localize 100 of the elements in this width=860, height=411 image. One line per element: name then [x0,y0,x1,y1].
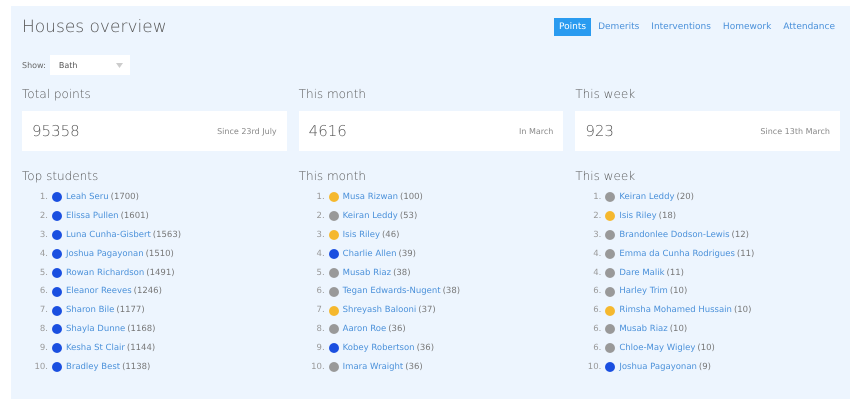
student-link[interactable]: Rowan Richardson [66,266,144,280]
rank-number: 1. [38,191,48,204]
stat-value: 95358 [32,122,80,140]
rank-number: 7. [38,304,48,318]
rank-number: 2. [592,210,602,223]
student-link[interactable]: Aaron Roe [342,322,386,337]
student-link[interactable]: Keiran Leddy [619,190,674,204]
rank-number: 2. [316,210,325,223]
page-title: Houses overview [22,17,167,37]
student-link[interactable]: Isis Riley [619,208,657,224]
student-link[interactable]: Leah Seru [66,190,109,204]
rank-number: 5. [316,266,325,280]
student-link[interactable]: Chloe-May Wigley [619,341,696,356]
stat-note: In March [518,126,554,136]
student-link[interactable]: Elissa Pullen [66,208,119,224]
student-link[interactable]: Dare Malik [619,266,665,280]
score: (46) [382,228,400,242]
score: (39) [398,248,416,261]
score: (1510) [146,248,174,261]
rank-number: 6. [316,285,325,298]
score: (9) [698,361,711,374]
score: (38) [442,285,460,298]
tab[interactable]: Attendance [778,18,840,36]
student-link[interactable]: Musab Riaz [342,266,392,280]
student-link[interactable]: Musab Riaz [619,322,668,337]
rank-number: 6. [592,304,602,318]
rank-number: 3. [38,228,48,242]
student-link[interactable]: Imara Wraight [342,360,404,375]
score: (1138) [122,361,150,374]
section-heading: Total points [22,87,92,101]
rank-number: 8. [38,323,48,336]
score: (53) [400,210,418,223]
score: (37) [418,304,436,318]
rank-number: 4. [592,248,602,261]
rank-number: 8. [316,323,325,336]
rank-number: 2. [38,210,48,223]
student-link[interactable]: Charlie Allen [342,246,396,262]
student-link[interactable]: Kobey Robertson [342,341,415,356]
rank-number: 1. [592,191,602,204]
student-link[interactable]: Joshua Pagayonan [66,246,144,262]
score: (36) [416,342,434,356]
student-link[interactable]: Eleanor Reeves [66,284,132,299]
rank-number: 3. [592,228,602,242]
score: (10) [697,342,715,356]
stat-value: 923 [585,122,614,140]
rank-number: 6. [592,323,602,336]
student-link[interactable]: Keiran Leddy [342,208,398,224]
student-link[interactable]: Shayla Dunne [66,322,126,337]
student-link[interactable]: Musa Rizwan [342,190,398,204]
score: (36) [405,361,423,374]
rank-number: 4. [316,248,325,261]
score: (10) [670,323,688,336]
filter-label: Show: [22,60,46,70]
tab[interactable]: Demerits [593,18,644,36]
score: (36) [388,323,406,336]
score: (12) [732,228,749,242]
rank-number: 6. [38,285,48,298]
score: (10) [734,304,752,318]
rank-number: 9. [38,342,48,356]
tab[interactable]: Homework [718,18,776,36]
score: (20) [676,191,694,204]
score: (38) [393,266,411,280]
rank-number: 6. [592,285,602,298]
section-heading: This week [575,87,636,101]
student-link[interactable]: Brandonlee Dodson-Lewis [619,228,730,242]
rank-number: 7. [316,304,325,318]
stat-note: Since 13th March [760,126,830,136]
student-link[interactable]: Tegan Edwards-Nugent [342,284,441,299]
student-link[interactable]: Emma da Cunha Rodrigues [619,246,735,262]
student-link[interactable]: Luna Cunha-Gisbert [66,228,151,242]
student-link[interactable]: Shreyash Balooni [342,303,416,318]
student-link[interactable]: Sharon Bile [66,303,114,318]
rank-number: 1. [316,191,325,204]
student-link[interactable]: Harley Trim [619,284,668,299]
rank-number: 4. [38,248,48,261]
score: (1168) [127,323,156,336]
student-link[interactable]: Isis Riley [342,228,380,242]
score: (10) [670,285,688,298]
rank-number: 10. [310,361,325,374]
score: (100) [400,191,423,204]
stat-value: 4616 [308,122,347,140]
tab[interactable]: Points [554,18,592,36]
student-link[interactable]: Joshua Pagayonan [619,360,697,375]
stat-note: Since 23rd July [217,126,277,136]
student-link[interactable]: Bradley Best [66,360,120,375]
student-link[interactable]: Kesha St Clair [66,341,125,356]
rank-number: 9. [316,342,325,356]
student-link[interactable]: Rimsha Mohamed Hussain [619,303,732,318]
section-heading: This month [298,87,367,101]
house-dropdown[interactable]: Bath [50,55,130,75]
score: (11) [666,266,684,280]
section-heading: This week [575,169,636,183]
rank-number: 6. [592,342,602,356]
score: (1177) [116,304,145,318]
tab[interactable]: Interventions [646,18,716,36]
score: (1700) [110,191,139,204]
rank-number: 4. [592,266,602,280]
score: (1246) [134,285,162,298]
rank-number: 3. [316,228,325,242]
score: (11) [736,248,754,261]
